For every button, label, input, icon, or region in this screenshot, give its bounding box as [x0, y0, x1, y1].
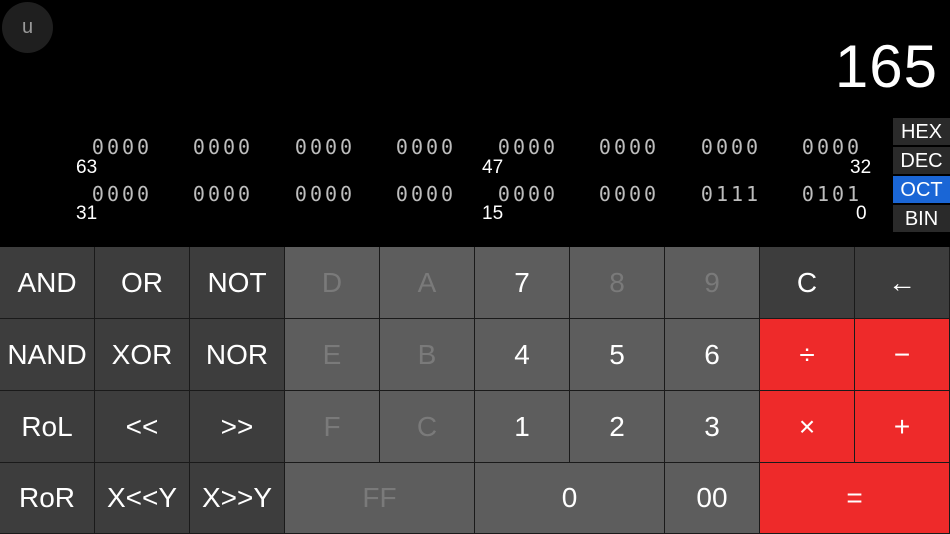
bit-nibble[interactable]: 0000 [178, 135, 268, 159]
bit-nibble[interactable]: 0111 [686, 182, 776, 206]
hex-f-key[interactable]: F [285, 391, 380, 463]
nand-key[interactable]: NAND [0, 319, 95, 391]
shift-left-key[interactable]: << [95, 391, 190, 463]
shift-right-key[interactable]: >> [190, 391, 285, 463]
mode-dec-button[interactable]: DEC [893, 147, 950, 174]
hex-e-key[interactable]: E [285, 319, 380, 391]
shift-right-by-y-key[interactable]: X>>Y [190, 463, 285, 534]
bit-nibble[interactable]: 0000 [280, 182, 370, 206]
nor-key[interactable]: NOR [190, 319, 285, 391]
rotate-right-key[interactable]: RoR [0, 463, 95, 534]
mode-hex-button[interactable]: HEX [893, 118, 950, 145]
hex-b-key[interactable]: B [380, 319, 475, 391]
bit-nibble[interactable]: 0000 [686, 135, 776, 159]
bit-nibble[interactable]: 0000 [787, 135, 877, 159]
bit-nibble[interactable]: 0000 [381, 135, 471, 159]
result-display: 165 [834, 33, 938, 100]
subtract-key[interactable]: − [855, 319, 950, 391]
base-mode-selector: HEX DEC OCT BIN [893, 118, 950, 234]
digit-4-key[interactable]: 4 [475, 319, 570, 391]
digit-0-key[interactable]: 0 [475, 463, 665, 534]
digit-8-key[interactable]: 8 [570, 247, 665, 319]
digit-7-key[interactable]: 7 [475, 247, 570, 319]
and-key[interactable]: AND [0, 247, 95, 319]
mode-bin-button[interactable]: BIN [893, 205, 950, 232]
xor-key[interactable]: XOR [95, 319, 190, 391]
hex-c-key[interactable]: C [380, 391, 475, 463]
hex-d-key[interactable]: D [285, 247, 380, 319]
shift-left-by-y-key[interactable]: X<<Y [95, 463, 190, 534]
bit-index-label: 32 [850, 157, 872, 178]
hex-ff-key[interactable]: FF [285, 463, 475, 534]
bit-nibble[interactable]: 0000 [483, 135, 573, 159]
double-zero-key[interactable]: 00 [665, 463, 760, 534]
bit-index-label: 15 [482, 203, 504, 224]
bit-index-label: 63 [76, 157, 98, 178]
clear-key[interactable]: C [760, 247, 855, 319]
bit-index-label: 31 [76, 203, 98, 224]
or-key[interactable]: OR [95, 247, 190, 319]
digit-9-key[interactable]: 9 [665, 247, 760, 319]
bit-nibble[interactable]: 0000 [77, 135, 167, 159]
digit-1-key[interactable]: 1 [475, 391, 570, 463]
digit-3-key[interactable]: 3 [665, 391, 760, 463]
keypad: AND OR NOT D A 7 8 9 C ← NAND XOR NOR E … [0, 247, 950, 534]
bit-index-label: 47 [482, 157, 504, 178]
bit-nibble[interactable]: 0000 [280, 135, 370, 159]
not-key[interactable]: NOT [190, 247, 285, 319]
user-button[interactable]: u [2, 2, 53, 53]
bit-nibble[interactable]: 0000 [584, 182, 674, 206]
add-key[interactable]: + [855, 391, 950, 463]
equals-key[interactable]: = [760, 463, 950, 534]
display-area: u 165 0000 0000 0000 0000 0000 0000 0000… [0, 0, 950, 247]
hex-a-key[interactable]: A [380, 247, 475, 319]
rotate-left-key[interactable]: RoL [0, 391, 95, 463]
mode-oct-button[interactable]: OCT [893, 176, 950, 203]
digit-2-key[interactable]: 2 [570, 391, 665, 463]
digit-6-key[interactable]: 6 [665, 319, 760, 391]
multiply-key[interactable]: × [760, 391, 855, 463]
digit-5-key[interactable]: 5 [570, 319, 665, 391]
bit-nibble[interactable]: 0000 [584, 135, 674, 159]
bit-nibble[interactable]: 0000 [178, 182, 268, 206]
backspace-key[interactable]: ← [855, 247, 950, 319]
bit-nibble[interactable]: 0000 [381, 182, 471, 206]
divide-key[interactable]: ÷ [760, 319, 855, 391]
bit-index-label: 0 [856, 203, 867, 224]
